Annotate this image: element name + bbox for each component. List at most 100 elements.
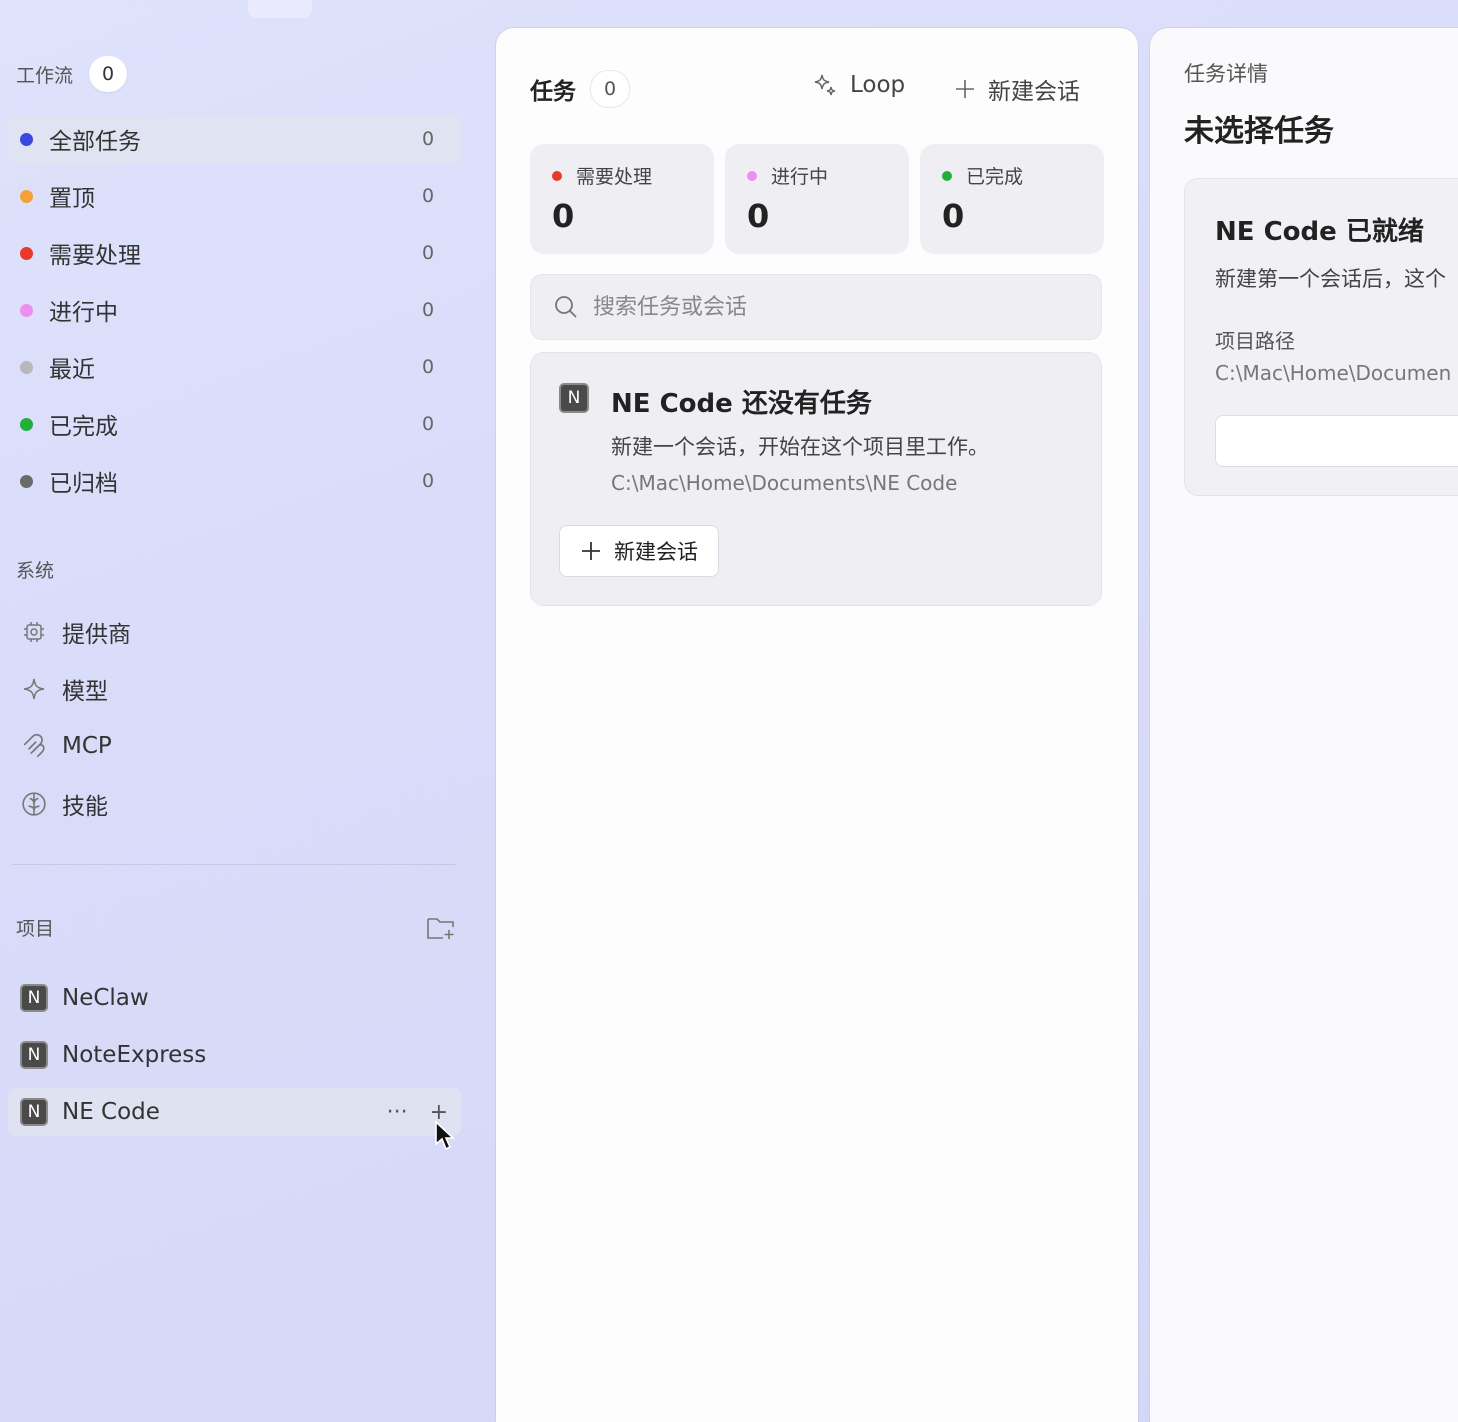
sidebar-item-skills[interactable]: 技能	[8, 780, 462, 828]
loop-label: Loop	[850, 72, 906, 98]
sidebar-item-label: 置顶	[49, 186, 95, 212]
brain-icon	[20, 790, 48, 818]
sidebar-item-label: 已完成	[49, 414, 118, 440]
sidebar-item-needs-action[interactable]: 需要处理 0	[8, 229, 462, 277]
empty-new-session-button[interactable]: 新建会话	[559, 525, 719, 577]
sidebar-item-models[interactable]: 模型	[8, 665, 462, 713]
workflow-count-badge: 0	[89, 56, 128, 92]
sidebar-item-label: 最近	[49, 357, 95, 383]
project-ready-card: NE Code 已就绪 新建第一个会话后，这个 项目路径 C:\Mac\Home…	[1184, 178, 1458, 496]
sidebar: 工作流 0 全部任务 0 置顶 0 需要处理 0 进行中 0 最近 0 已完成 …	[0, 0, 478, 1422]
new-session-button[interactable]: 新建会话	[954, 72, 1080, 106]
projects-label: 项目	[16, 918, 55, 940]
tasks-panel: 任务 0 Loop 新建会话 需要处理 0 进行中 0 已完成 0 搜索任务或会…	[496, 28, 1138, 1422]
sidebar-item-mcp[interactable]: MCP	[8, 722, 462, 770]
sidebar-item-count: 0	[422, 128, 435, 150]
status-dot	[20, 189, 33, 203]
stat-card-needs-action[interactable]: 需要处理 0	[530, 144, 714, 254]
status-dot	[20, 303, 33, 317]
status-dot	[20, 474, 33, 488]
project-path: C:\Mac\Home\Documents\NE Code	[611, 471, 958, 495]
project-path: C:\Mac\Home\Documen	[1215, 361, 1452, 385]
project-item-ne-code[interactable]: N NE Code ··· +	[8, 1088, 462, 1136]
sidebar-item-label: 已归档	[49, 471, 118, 497]
sidebar-item-count: 0	[422, 185, 435, 207]
mcp-icon	[20, 732, 48, 760]
stat-card-in-progress[interactable]: 进行中 0	[725, 144, 909, 254]
project-label: NE Code	[62, 1099, 160, 1125]
loop-button[interactable]: Loop	[812, 72, 905, 98]
add-folder-icon[interactable]	[426, 915, 456, 941]
status-dot	[20, 417, 33, 431]
projects-header: 项目	[16, 914, 456, 941]
status-dot	[20, 246, 33, 260]
status-dot	[20, 360, 33, 374]
project-item-neclaw[interactable]: N NeClaw	[8, 974, 462, 1022]
project-item-noteexpress[interactable]: N NoteExpress	[8, 1031, 462, 1079]
sidebar-item-count: 0	[422, 299, 435, 321]
tasks-title: 任务	[530, 79, 576, 105]
project-label: NoteExpress	[62, 1042, 207, 1068]
ready-title: NE Code 已就绪	[1215, 217, 1424, 247]
sidebar-toggle-button[interactable]	[28, 0, 56, 18]
sidebar-item-recent[interactable]: 最近 0	[8, 343, 462, 391]
project-badge: N	[20, 984, 48, 1012]
stat-label: 已完成	[966, 166, 1024, 188]
sidebar-item-label: 进行中	[49, 300, 118, 326]
sidebar-item-all-tasks[interactable]: 全部任务 0	[8, 115, 462, 163]
stat-card-completed[interactable]: 已完成 0	[920, 144, 1104, 254]
detail-subtitle: 任务详情	[1184, 62, 1268, 86]
stat-value: 0	[747, 197, 770, 235]
ready-description: 新建第一个会话后，这个	[1215, 267, 1446, 291]
sparkle-icon	[20, 675, 48, 703]
empty-state-description: 新建一个会话，开始在这个项目里工作。	[611, 435, 989, 459]
sidebar-item-in-progress[interactable]: 进行中 0	[8, 286, 462, 334]
empty-state-card: N NE Code 还没有任务 新建一个会话，开始在这个项目里工作。 C:\Ma…	[530, 352, 1102, 606]
tasks-header: 任务 0	[530, 70, 630, 108]
status-dot	[942, 170, 952, 181]
stat-label: 进行中	[771, 166, 829, 188]
project-label: NeClaw	[62, 985, 149, 1011]
sidebar-item-label: 技能	[62, 794, 108, 820]
new-session-label: 新建会话	[614, 540, 698, 564]
sidebar-item-pinned[interactable]: 置顶 0	[8, 172, 462, 220]
project-badge: N	[20, 1098, 48, 1126]
sidebar-item-label: 全部任务	[49, 129, 141, 155]
search-icon	[553, 294, 579, 320]
sidebar-item-label: 模型	[62, 679, 108, 705]
sidebar-divider	[12, 864, 456, 865]
detail-title: 未选择任务	[1184, 114, 1334, 149]
stat-value: 0	[552, 197, 575, 235]
sidebar-item-count: 0	[422, 470, 435, 492]
sidebar-item-providers[interactable]: 提供商	[8, 608, 462, 656]
more-options-icon[interactable]: ···	[387, 1100, 408, 1125]
search-input[interactable]	[593, 294, 1073, 320]
stat-label: 需要处理	[576, 166, 653, 188]
project-badge: N	[20, 1041, 48, 1069]
project-path-label: 项目路径	[1215, 329, 1295, 353]
ready-input-field[interactable]	[1215, 415, 1458, 467]
plus-icon	[580, 540, 602, 562]
sidebar-item-archived[interactable]: 已归档 0	[8, 457, 462, 505]
workflow-header: 工作流 0	[16, 56, 128, 92]
mouse-cursor-icon	[435, 1120, 456, 1151]
workflow-label: 工作流	[16, 64, 74, 87]
sidebar-item-count: 0	[422, 242, 435, 264]
project-badge: N	[559, 383, 589, 413]
tasks-count-badge: 0	[590, 70, 630, 108]
sidebar-item-label: 需要处理	[49, 243, 141, 269]
chip-icon	[20, 618, 48, 646]
sidebar-item-label: MCP	[62, 733, 112, 759]
status-dot	[20, 132, 33, 146]
compose-button[interactable]	[248, 0, 312, 18]
sidebar-item-completed[interactable]: 已完成 0	[8, 400, 462, 448]
system-header: 系统	[16, 556, 54, 583]
plus-icon	[954, 78, 976, 100]
empty-state-title: NE Code 还没有任务	[611, 389, 872, 419]
stat-value: 0	[942, 197, 965, 235]
task-detail-panel: 任务详情 未选择任务 NE Code 已就绪 新建第一个会话后，这个 项目路径 …	[1150, 28, 1458, 1422]
sidebar-item-count: 0	[422, 356, 435, 378]
status-dot	[747, 170, 757, 181]
search-box	[530, 274, 1102, 340]
sidebar-item-label: 提供商	[62, 622, 131, 648]
